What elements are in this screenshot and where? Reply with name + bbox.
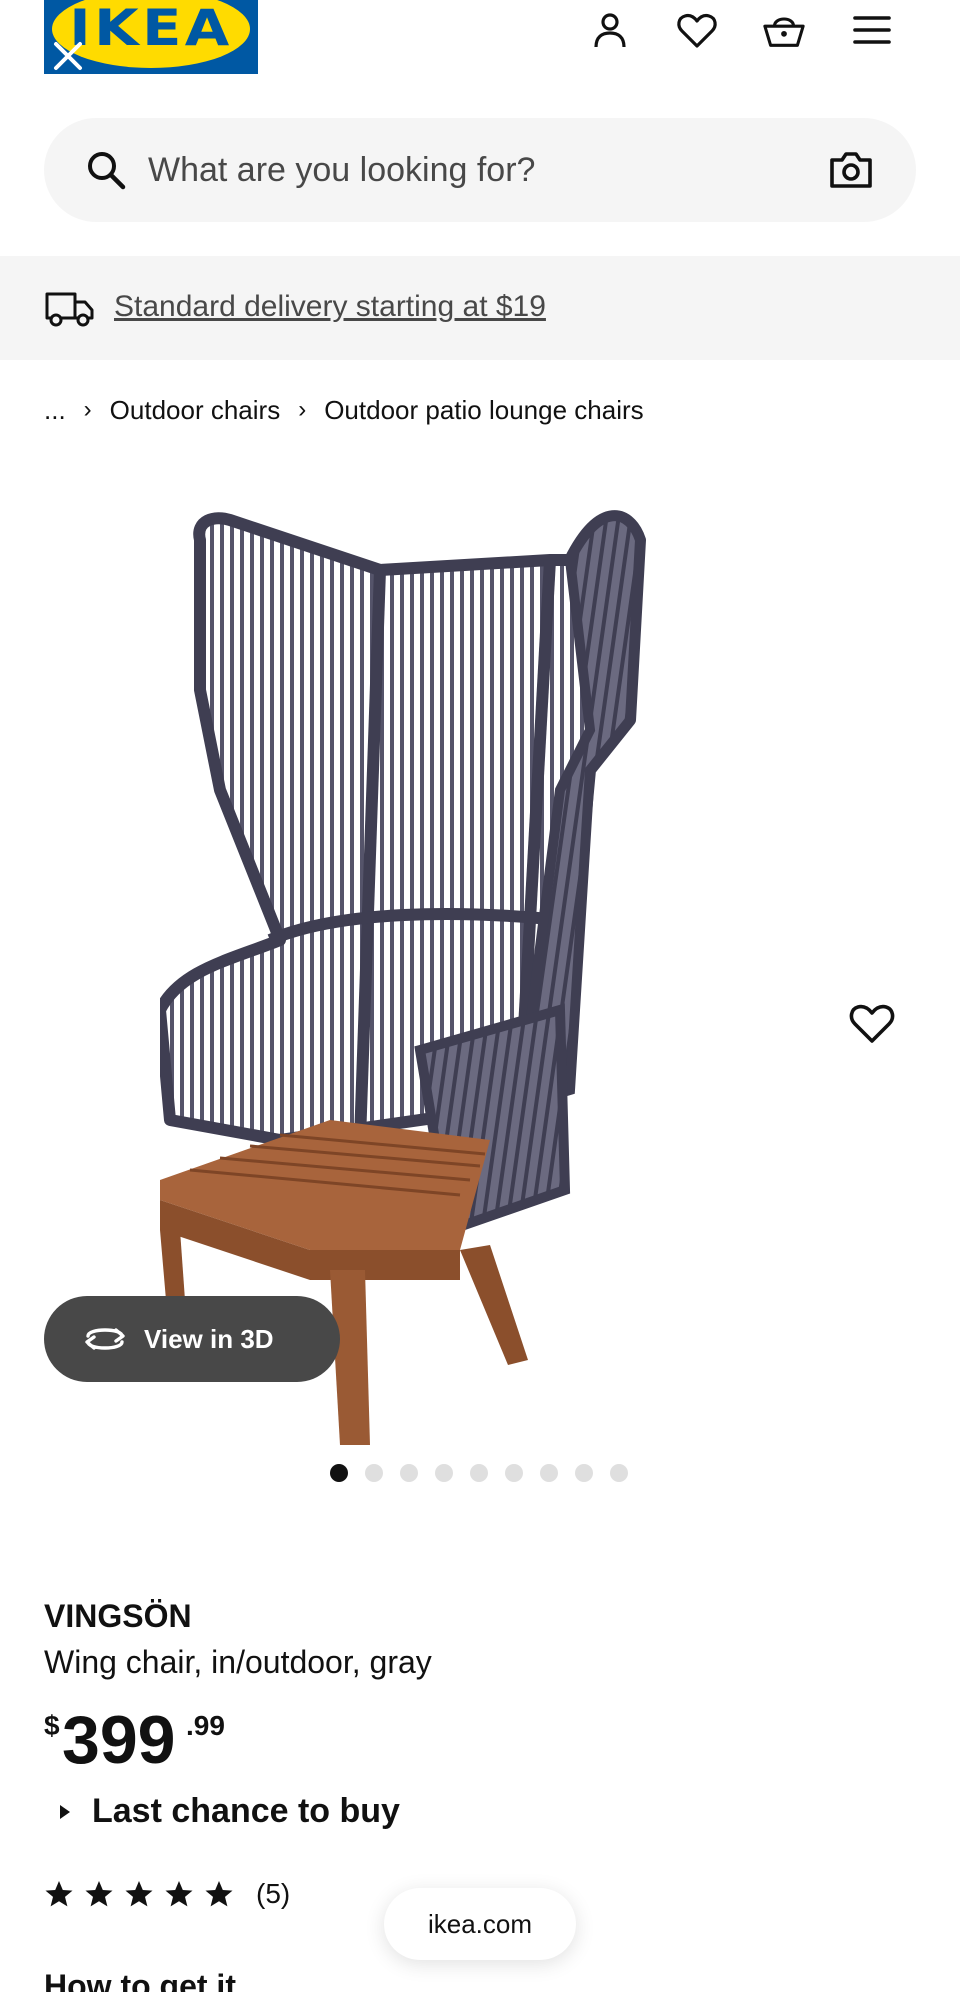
basket-icon[interactable]	[762, 8, 806, 52]
caret-right-icon	[60, 1804, 70, 1819]
carousel-dot-1[interactable]	[330, 1464, 348, 1482]
rating-count: (5)	[256, 1878, 291, 1909]
breadcrumb: ... › Outdoor chairs › Outdoor patio lou…	[44, 390, 644, 430]
carousel-dot-2[interactable]	[365, 1464, 383, 1482]
product-rating[interactable]: (5)	[44, 1878, 290, 1910]
view-in-3d-button[interactable]: View in 3D	[44, 1296, 340, 1382]
site-header: IKEA	[0, 0, 960, 100]
carousel-dot-4[interactable]	[435, 1464, 453, 1482]
carousel-dot-3[interactable]	[400, 1464, 418, 1482]
camera-icon[interactable]	[828, 148, 874, 192]
breadcrumb-item-lounge-chairs[interactable]: Outdoor patio lounge chairs	[324, 395, 643, 426]
price-integer: 399	[62, 1702, 176, 1778]
chevron-right-icon: ›	[83, 396, 92, 423]
carousel-dot-6[interactable]	[505, 1464, 523, 1482]
star-icon	[45, 1881, 73, 1907]
search-icon[interactable]	[84, 148, 128, 192]
price-decimal: .99	[186, 1710, 225, 1741]
how-to-get-it-heading: How to get it	[44, 1968, 236, 1992]
carousel-dot-9[interactable]	[610, 1464, 628, 1482]
carousel-dot-5[interactable]	[470, 1464, 488, 1482]
chevron-right-icon: ›	[298, 396, 307, 423]
delivery-banner: Standard delivery starting at $19	[0, 256, 960, 360]
ikea-logo[interactable]: IKEA	[44, 0, 258, 74]
breadcrumb-ellipsis[interactable]: ...	[44, 395, 66, 426]
search-bar[interactable]: What are you looking for?	[44, 118, 916, 222]
star-icon	[85, 1881, 113, 1907]
product-name: VINGSÖN	[44, 1598, 192, 1634]
product-image-gallery[interactable]	[0, 460, 960, 1445]
last-chance-label: Last chance to buy	[92, 1792, 400, 1830]
view-in-3d-label: View in 3D	[144, 1323, 274, 1354]
carousel-dot-8[interactable]	[575, 1464, 593, 1482]
carousel-dot-7[interactable]	[540, 1464, 558, 1482]
hamburger-menu-icon[interactable]	[850, 8, 894, 52]
search-input[interactable]: What are you looking for?	[148, 150, 535, 190]
star-icon	[125, 1881, 153, 1907]
star-icon	[205, 1881, 233, 1907]
star-icon	[165, 1881, 193, 1907]
delivery-link[interactable]: Standard delivery starting at $19	[114, 288, 546, 326]
add-to-favorites-heart-icon[interactable]	[848, 1000, 896, 1048]
breadcrumb-item-outdoor-chairs[interactable]: Outdoor chairs	[110, 395, 281, 426]
rating-stars	[44, 1879, 234, 1909]
price-currency: $	[44, 1710, 60, 1741]
last-chance-toggle[interactable]: Last chance to buy	[60, 1792, 400, 1831]
user-icon[interactable]	[588, 8, 632, 52]
close-icon[interactable]	[50, 38, 86, 74]
browser-url-pill[interactable]: ikea.com	[384, 1888, 576, 1960]
heart-icon[interactable]	[675, 8, 719, 52]
truck-icon	[45, 292, 94, 327]
rotate-3d-icon	[85, 1328, 125, 1350]
carousel-dots	[330, 1464, 628, 1482]
product-description: Wing chair, in/outdoor, gray	[44, 1644, 432, 1680]
